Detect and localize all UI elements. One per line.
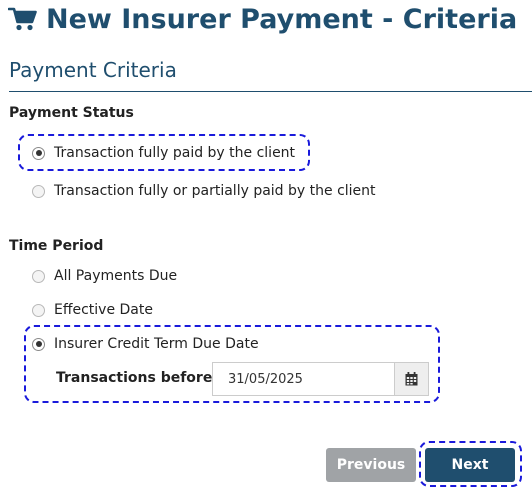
radio-button-checked[interactable] [32, 146, 45, 160]
page-title-text: New Insurer Payment - Criteria [46, 3, 518, 35]
radio-fully-or-partially-paid[interactable]: Transaction fully or partially paid by t… [32, 183, 376, 199]
section-title: Payment Criteria [9, 58, 177, 82]
next-button[interactable]: Next [425, 448, 515, 482]
radio-fully-paid-label: Transaction fully paid by the client [54, 145, 296, 161]
page-title: New Insurer Payment - Criteria [8, 0, 517, 38]
previous-button[interactable]: Previous [326, 448, 416, 482]
radio-insurer-credit-term-due-date-label: Insurer Credit Term Due Date [54, 336, 259, 352]
radio-insurer-credit-term-due-date[interactable]: Insurer Credit Term Due Date [32, 336, 259, 352]
radio-button-checked[interactable] [32, 337, 45, 351]
radio-fully-or-partially-paid-label: Transaction fully or partially paid by t… [54, 183, 376, 199]
radio-button[interactable] [32, 269, 45, 283]
transactions-before-label: Transactions before: [56, 370, 218, 386]
radio-effective-date[interactable]: Effective Date [32, 302, 153, 318]
radio-all-payments-due[interactable]: All Payments Due [32, 268, 177, 284]
payment-status-label: Payment Status [9, 105, 134, 121]
radio-all-payments-due-label: All Payments Due [54, 268, 178, 284]
radio-button[interactable] [32, 303, 45, 317]
time-period-label: Time Period [9, 238, 104, 254]
transactions-before-date-input[interactable] [212, 362, 394, 396]
radio-effective-date-label: Effective Date [54, 302, 153, 318]
shopping-cart-icon [8, 7, 37, 31]
section-divider [9, 91, 532, 92]
calendar-icon [405, 372, 418, 386]
radio-button[interactable] [32, 184, 45, 198]
radio-fully-paid[interactable]: Transaction fully paid by the client [32, 145, 295, 161]
date-picker-button[interactable] [394, 362, 429, 396]
